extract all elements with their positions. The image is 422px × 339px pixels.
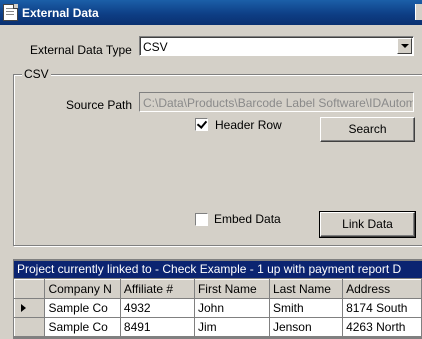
embed-data-checkbox[interactable] — [195, 213, 208, 226]
source-path-label: Source Path — [66, 98, 133, 112]
document-icon — [3, 4, 18, 21]
grid-cell[interactable]: Sample Co — [44, 317, 121, 337]
grid-cell[interactable]: Jim — [193, 317, 270, 337]
grid-cell[interactable]: 8174 South — [342, 298, 422, 318]
embed-data-label: Embed Data — [214, 212, 281, 226]
source-path-value: C:\Data\Products\Barcode Label Software\… — [143, 96, 414, 110]
row-header[interactable] — [13, 298, 46, 318]
chevron-down-icon[interactable] — [397, 38, 412, 54]
header-row-checkbox[interactable] — [195, 118, 208, 131]
column-header[interactable]: Affiliate # — [119, 279, 195, 299]
data-type-select[interactable]: CSV — [139, 36, 414, 56]
window-title: External Data — [22, 6, 99, 20]
grid-cell[interactable]: 4263 North — [342, 317, 422, 337]
data-type-value: CSV — [143, 40, 168, 54]
column-header[interactable]: Address — [342, 279, 422, 299]
checkmark-icon — [196, 118, 208, 129]
grid-corner[interactable] — [13, 279, 46, 299]
link-data-button[interactable]: Link Data — [319, 211, 416, 238]
source-path-field[interactable]: C:\Data\Products\Barcode Label Software\… — [139, 92, 414, 112]
csv-group-legend: CSV — [22, 67, 51, 81]
table-row[interactable]: Sample Co 8491 Jim Jenson 4263 North — [13, 317, 422, 337]
header-row-label: Header Row — [215, 118, 282, 132]
grid-cell[interactable]: John — [193, 298, 270, 318]
grid-cell[interactable]: Sample Co — [44, 298, 121, 318]
search-button[interactable]: Search — [320, 117, 415, 142]
grid-cell[interactable]: 4932 — [119, 298, 195, 318]
table-row[interactable]: Sample Co 4932 John Smith 8174 South — [13, 298, 422, 318]
grid-cell[interactable]: Smith — [268, 298, 344, 318]
grid-cell[interactable]: 8491 — [119, 317, 195, 337]
title-bar: External Data — [0, 0, 422, 25]
row-header[interactable] — [13, 317, 46, 337]
column-header[interactable]: Last Name — [268, 279, 344, 299]
row-pointer-icon — [21, 304, 26, 312]
data-type-label: External Data Type — [30, 43, 132, 57]
column-header[interactable]: Company N — [44, 279, 121, 299]
close-button[interactable] — [415, 4, 422, 20]
linked-status-banner: Project currently linked to - Check Exam… — [14, 261, 422, 278]
data-grid[interactable]: Company N Affiliate # First Name Last Na… — [13, 279, 422, 337]
column-header[interactable]: First Name — [193, 279, 270, 299]
grid-header-row: Company N Affiliate # First Name Last Na… — [13, 279, 422, 299]
grid-cell[interactable]: Jenson — [268, 317, 344, 337]
